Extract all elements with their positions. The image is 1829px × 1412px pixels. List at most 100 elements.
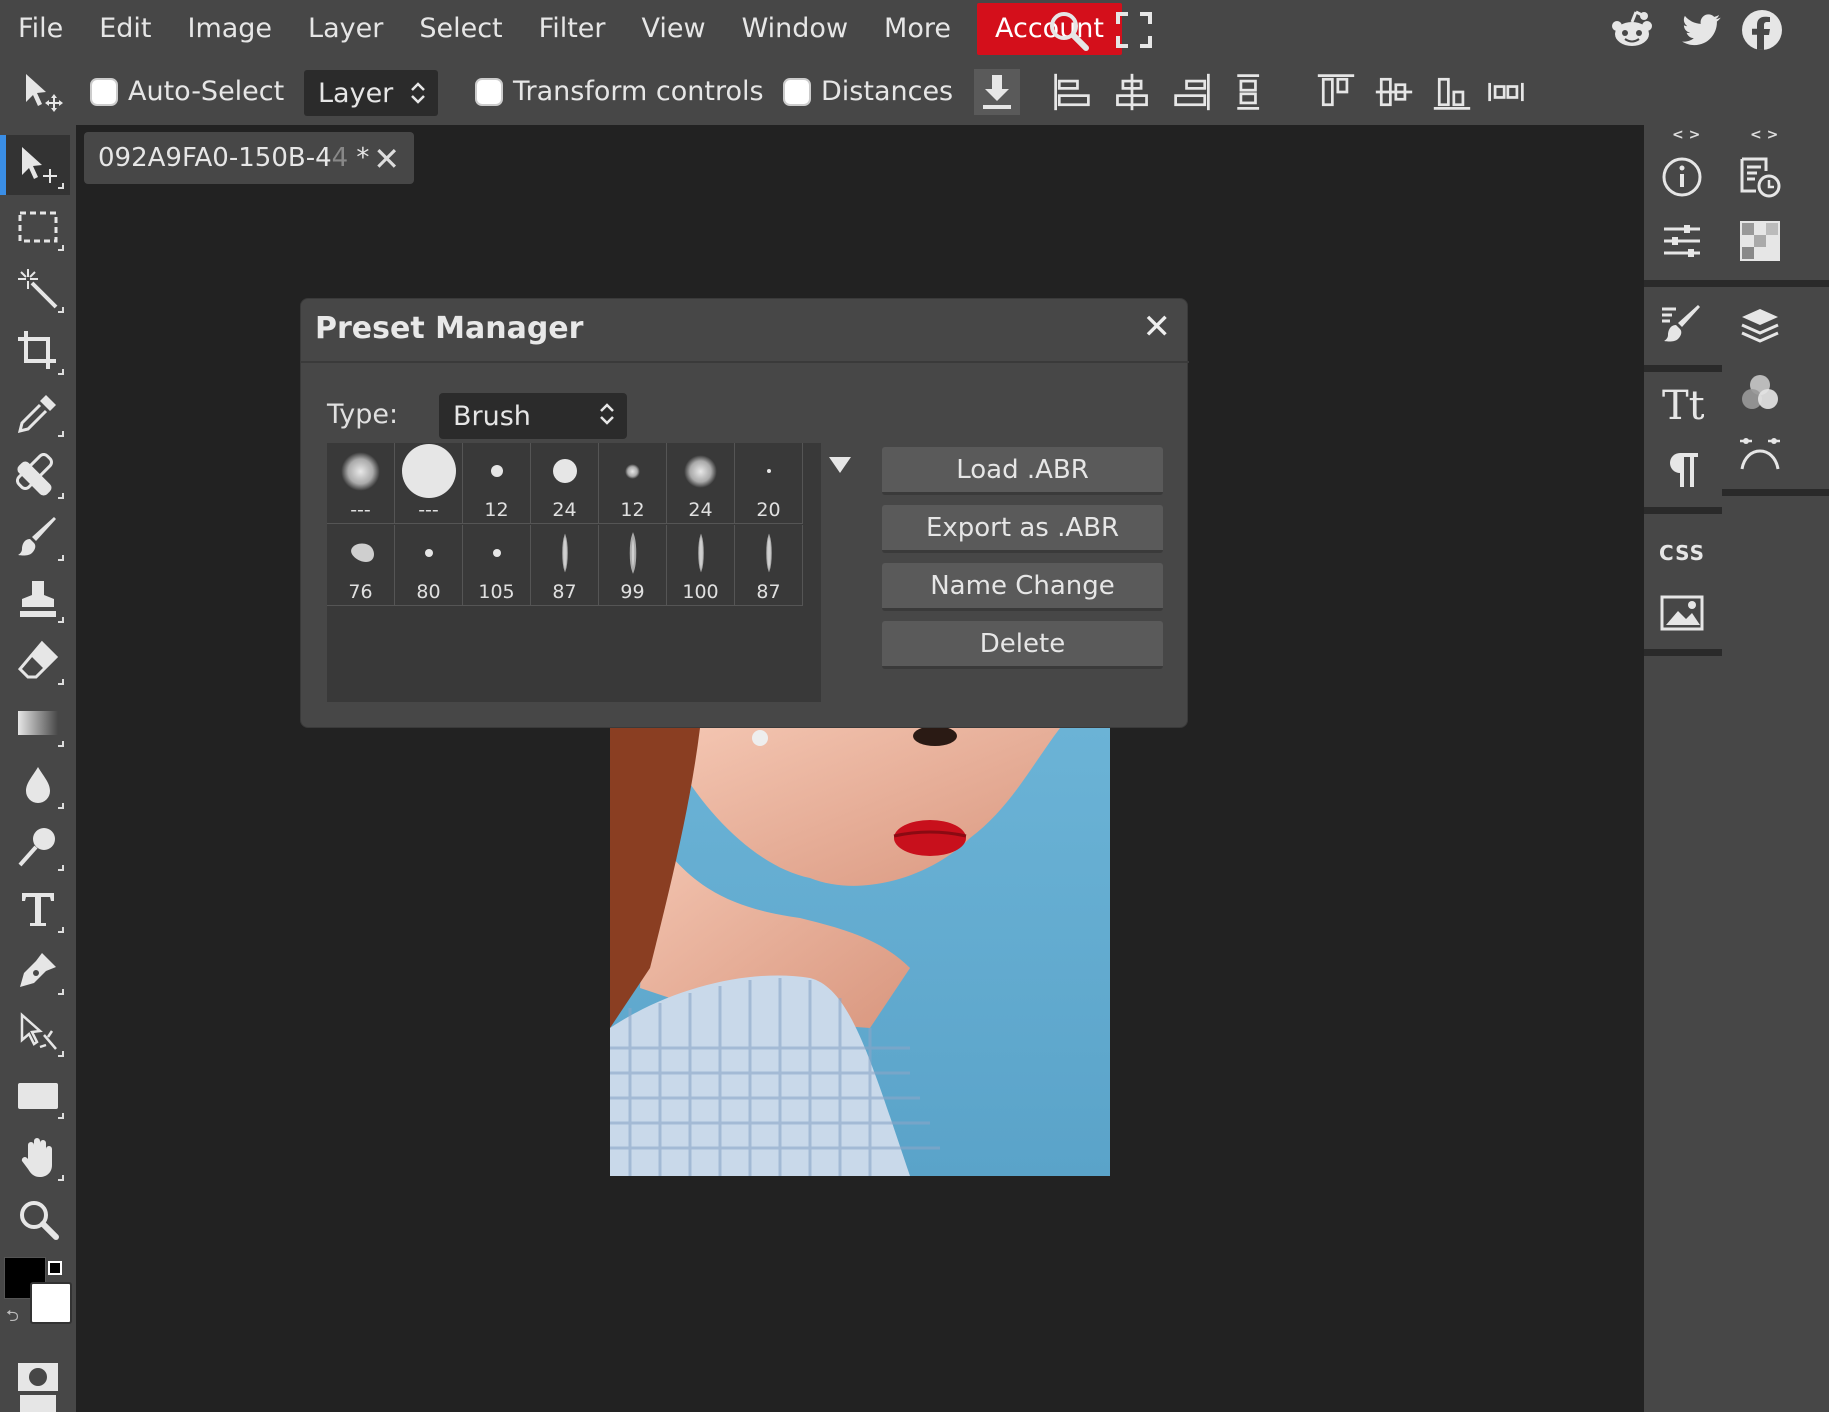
name-change-button[interactable]: Name Change <box>882 563 1163 611</box>
layers-panel-button[interactable] <box>1728 297 1792 353</box>
swatches-panel-button[interactable] <box>1728 213 1792 269</box>
crop-tool[interactable] <box>6 321 70 381</box>
brush-preset-cell[interactable]: 105 <box>463 525 531 606</box>
dodge-tool[interactable] <box>6 817 70 877</box>
delete-button[interactable]: Delete <box>882 621 1163 669</box>
css-panel-button[interactable]: CSS <box>1650 525 1714 581</box>
eraser-tool[interactable] <box>6 631 70 691</box>
close-icon[interactable]: ✕ <box>1143 307 1172 347</box>
brush-settings-panel-button[interactable] <box>1650 297 1714 353</box>
collapse-right-arrows[interactable]: < > <box>1750 127 1778 143</box>
brush-size-label: 12 <box>484 499 509 521</box>
menu-layer[interactable]: Layer <box>290 0 401 58</box>
grid-menu-arrow-icon[interactable] <box>829 457 851 473</box>
hand-tool[interactable] <box>6 1127 70 1187</box>
brush-preset-cell[interactable]: 99 <box>599 525 667 606</box>
magic-wand-tool[interactable] <box>6 259 70 319</box>
character-panel-button[interactable]: Tt <box>1650 375 1714 431</box>
transform-controls-checkbox[interactable] <box>475 77 503 106</box>
align-left-icon[interactable] <box>1052 58 1092 125</box>
fullscreen-icon[interactable] <box>1112 8 1156 52</box>
brush-preset-cell[interactable]: 20 <box>735 443 803 524</box>
twitter-icon[interactable] <box>1680 8 1724 52</box>
channels-panel-button[interactable] <box>1728 365 1792 421</box>
distances-checkbox[interactable] <box>783 77 811 106</box>
paragraph-panel-button[interactable] <box>1650 441 1714 497</box>
canvas-image[interactable] <box>610 728 1110 1176</box>
info-icon <box>1662 157 1702 197</box>
history-panel-button[interactable] <box>1728 149 1792 205</box>
brush-preset-cell[interactable]: 76 <box>327 525 395 606</box>
document-tab[interactable]: 092A9FA0-150B-44 * ✕ <box>84 132 414 184</box>
swatches-icon <box>1740 221 1780 261</box>
brush-preset-cell[interactable]: 24 <box>531 443 599 524</box>
info-panel-button[interactable] <box>1650 149 1714 205</box>
distribute-horizontal-icon[interactable] <box>1486 58 1526 125</box>
search-icon[interactable] <box>1046 8 1090 52</box>
type-select[interactable]: Brush <box>439 393 627 439</box>
download-icon[interactable] <box>974 58 1020 125</box>
paths-panel-button[interactable] <box>1728 425 1792 481</box>
menu-image[interactable]: Image <box>169 0 290 58</box>
align-center-h-icon[interactable] <box>1112 58 1152 125</box>
path-select-tool[interactable] <box>6 1003 70 1063</box>
export-abr-button[interactable]: Export as .ABR <box>882 505 1163 553</box>
layer-select[interactable]: Layer <box>304 70 438 116</box>
marquee-tool[interactable] <box>6 197 70 257</box>
brush-preset-cell[interactable]: --- <box>327 443 395 524</box>
brush-preset-cell[interactable]: 87 <box>531 525 599 606</box>
image-icon <box>1660 595 1704 631</box>
close-tab-icon[interactable]: ✕ <box>373 140 400 178</box>
align-right-icon[interactable] <box>1172 58 1212 125</box>
path-select-icon <box>20 1012 57 1050</box>
menu-more[interactable]: More <box>866 0 969 58</box>
collapse-left-arrows[interactable]: < > <box>1672 127 1700 143</box>
distribute-vertical-icon[interactable] <box>1230 58 1270 125</box>
menu-view[interactable]: View <box>624 0 724 58</box>
brush-preset-cell[interactable]: 87 <box>735 525 803 606</box>
pen-tool[interactable] <box>6 941 70 1001</box>
gradient-tool[interactable] <box>6 693 70 753</box>
brush-preset-cell[interactable]: --- <box>395 443 463 524</box>
brush-preview <box>531 443 599 499</box>
text-tool[interactable] <box>6 879 70 939</box>
facebook-icon[interactable] <box>1740 8 1784 52</box>
keyboard-icon[interactable] <box>20 1395 56 1412</box>
adjustments-panel-button[interactable] <box>1650 213 1714 269</box>
shape-tool[interactable] <box>6 1065 70 1125</box>
align-bottom-icon[interactable] <box>1432 58 1472 125</box>
load-abr-button[interactable]: Load .ABR <box>882 447 1163 495</box>
distances-option[interactable]: Distances <box>783 58 953 125</box>
brush-preset-cell[interactable]: 100 <box>667 525 735 606</box>
zoom-tool[interactable] <box>6 1189 70 1249</box>
crop-icon <box>18 331 56 369</box>
brush-size-label: 12 <box>620 499 645 521</box>
main-menu: File Edit Image Layer Select Filter View… <box>0 0 1122 58</box>
eyedropper-tool[interactable] <box>6 383 70 443</box>
auto-select-option[interactable]: Auto-Select <box>90 58 284 125</box>
image-panel-button[interactable] <box>1650 585 1714 641</box>
menu-filter[interactable]: Filter <box>521 0 624 58</box>
menu-window[interactable]: Window <box>724 0 866 58</box>
menu-edit[interactable]: Edit <box>81 0 169 58</box>
align-top-icon[interactable] <box>1316 58 1356 125</box>
default-colors-icon[interactable] <box>48 1261 62 1275</box>
brush-preset-cell[interactable]: 24 <box>667 443 735 524</box>
background-color-swatch[interactable] <box>30 1282 72 1324</box>
blur-tool[interactable] <box>6 755 70 815</box>
auto-select-checkbox[interactable] <box>90 77 118 106</box>
brush-preview <box>735 443 803 499</box>
menu-file[interactable]: File <box>0 0 81 58</box>
menu-select[interactable]: Select <box>401 0 520 58</box>
move-tool[interactable] <box>0 135 70 195</box>
brush-preset-cell[interactable]: 12 <box>463 443 531 524</box>
swap-colors-icon[interactable]: ⮌ <box>6 1305 26 1325</box>
brush-preset-cell[interactable]: 80 <box>395 525 463 606</box>
brush-tool[interactable] <box>6 507 70 567</box>
brush-preset-cell[interactable]: 12 <box>599 443 667 524</box>
transform-controls-option[interactable]: Transform controls <box>475 58 764 125</box>
stamp-tool[interactable] <box>6 569 70 629</box>
reddit-icon[interactable] <box>1610 8 1654 52</box>
healing-tool[interactable] <box>6 445 70 505</box>
align-middle-v-icon[interactable] <box>1374 58 1414 125</box>
